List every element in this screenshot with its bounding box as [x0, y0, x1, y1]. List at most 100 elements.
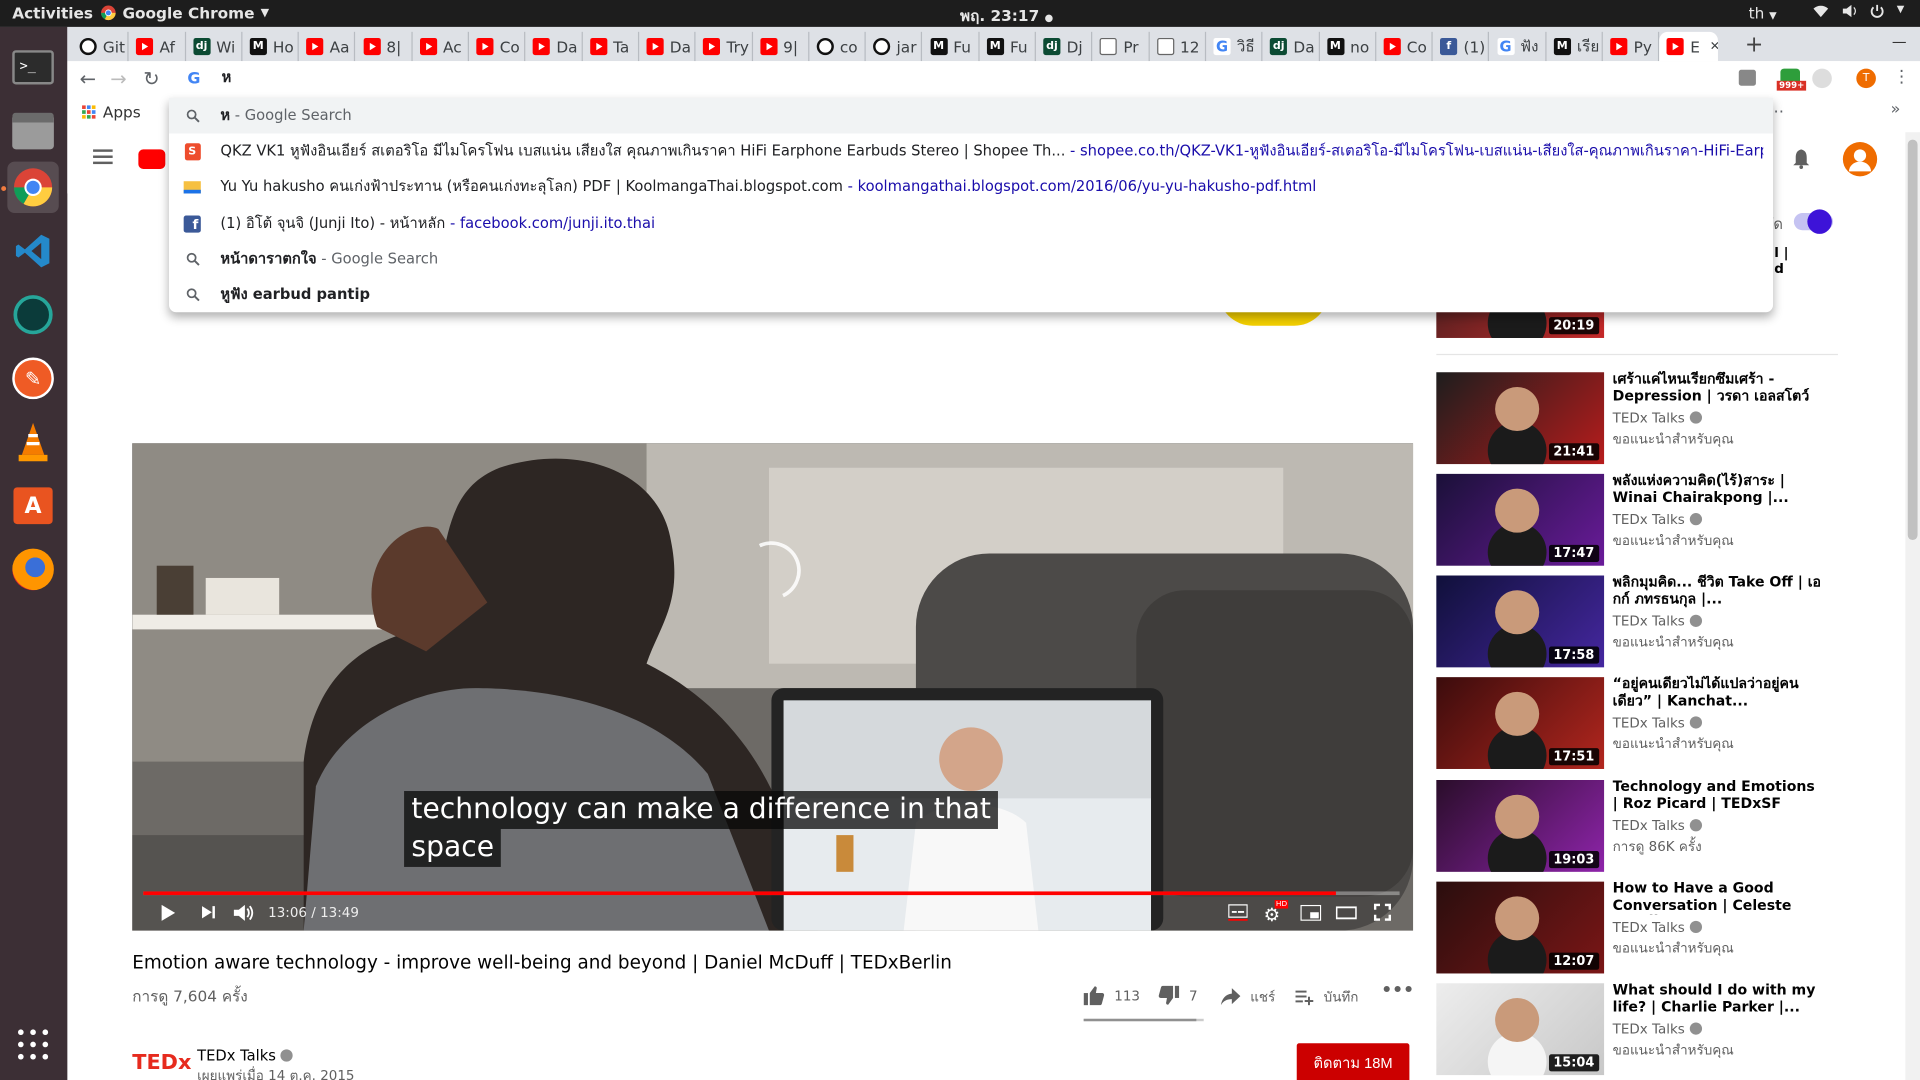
dock-terminal[interactable]: >_ [7, 42, 58, 93]
tab[interactable]: Py [1603, 31, 1660, 62]
dock-postman[interactable]: ✎ [7, 353, 58, 404]
suggestion-row[interactable]: f (1) อิโต้ จุนจิ (Junji Ito) - หน้าหลัก … [169, 206, 1773, 242]
video-thumbnail[interactable]: 17:47 [1436, 473, 1605, 566]
tab[interactable]: Try [696, 31, 753, 62]
recommended-video[interactable]: 17:58 พลิกมุมคิด... ชีวิต Take Off | เอกก… [1436, 574, 1840, 668]
channel-logo[interactable]: TEDx [132, 1051, 191, 1075]
menu-kebab-icon[interactable]: ⋮ [1893, 67, 1910, 87]
dislike-button[interactable]: 7 [1158, 985, 1198, 1006]
dock-show-apps[interactable] [7, 1019, 58, 1070]
channel-name[interactable]: TEDx Talks [197, 1047, 294, 1064]
tab[interactable]: Da [526, 31, 583, 62]
volume-button[interactable] [233, 904, 255, 927]
tab[interactable]: Co [1376, 31, 1433, 62]
tab[interactable]: M Fu [979, 31, 1037, 62]
dock-vlc[interactable] [7, 416, 58, 467]
dock-gitkraken[interactable] [7, 289, 58, 340]
video-title[interactable]: How to Have a Good Conversation | Celest… [1613, 880, 1824, 914]
bell-icon[interactable] [1793, 149, 1810, 169]
autoplay-toggle-knob[interactable] [1807, 209, 1832, 234]
dock-files[interactable] [7, 105, 58, 156]
tab[interactable]: f (1) [1433, 31, 1490, 62]
close-tab-icon[interactable]: ✕ [1710, 40, 1719, 53]
tab[interactable]: dj Da [1263, 31, 1320, 62]
channel-name[interactable]: TEDx Talks [1613, 512, 1702, 528]
page-scrollbar[interactable] [1905, 132, 1920, 1080]
bookmarks-overflow-button[interactable]: » [1891, 100, 1901, 118]
system-tray[interactable]: ▼ [1812, 4, 1904, 22]
tab[interactable]: Ta [582, 31, 640, 62]
reload-button[interactable]: ↻ [143, 67, 159, 90]
video-thumbnail[interactable]: 12:07 [1436, 881, 1605, 974]
scrollbar-thumb[interactable] [1907, 139, 1918, 540]
channel-name[interactable]: TEDx Talks [1613, 715, 1702, 731]
profile-avatar[interactable]: T [1856, 68, 1876, 89]
tab[interactable]: G วิธี [1206, 31, 1263, 62]
dock-firefox[interactable] [7, 544, 58, 595]
tab[interactable]: M Ho [242, 31, 300, 62]
video-thumbnail[interactable]: 19:03 [1436, 780, 1605, 872]
save-button[interactable]: บันทึก [1295, 986, 1358, 1008]
video-title[interactable]: เศร้าแค่ไหนเรียกซึมเศร้า - Depression | … [1613, 371, 1824, 405]
extension-icon[interactable] [1812, 68, 1832, 89]
tab[interactable]: co [809, 31, 866, 62]
tab[interactable]: Pr [1093, 31, 1150, 62]
subscribe-button[interactable]: ติดตาม 18M [1296, 1043, 1410, 1080]
recommended-video[interactable]: 19:03 Technology and Emotions | Roz Picar… [1436, 779, 1840, 872]
tab[interactable]: Co [469, 31, 526, 62]
video-title[interactable]: Technology and Emotions | Roz Picard | T… [1613, 779, 1824, 812]
hamburger-menu-icon[interactable] [93, 149, 113, 165]
video-title[interactable]: What should I do with my life? | Charlie… [1613, 982, 1824, 1015]
settings-button[interactable]: ⚙ HD [1264, 900, 1289, 926]
tab[interactable]: 8| [356, 31, 413, 62]
channel-name[interactable]: TEDx Talks [1613, 920, 1702, 936]
dock-vscode[interactable] [7, 225, 58, 276]
recommended-video[interactable]: 12:07 How to Have a Good Conversation | C… [1436, 880, 1840, 974]
video-thumbnail[interactable]: 17:51 [1436, 677, 1605, 769]
youtube-logo[interactable] [138, 149, 166, 169]
dock-chrome[interactable] [7, 161, 59, 214]
address-input[interactable] [221, 68, 1569, 86]
tab[interactable]: jar [866, 31, 923, 62]
suggestion-row[interactable]: หน้าดาราตกใจ - Google Search [169, 241, 1773, 277]
input-language-indicator[interactable]: th ▼ [1749, 4, 1777, 22]
apps-bookmark[interactable]: Apps [82, 103, 141, 121]
recommended-video[interactable]: 15:04 What should I do with my life? | Ch… [1436, 982, 1840, 1076]
share-button[interactable]: แชร์ [1220, 986, 1275, 1008]
video-thumbnail[interactable]: 17:58 [1436, 575, 1605, 668]
tab[interactable]: M Fu [923, 31, 980, 62]
like-button[interactable]: 113 [1083, 986, 1140, 1006]
video-thumbnail[interactable]: 21:41 [1436, 372, 1605, 465]
recommended-video[interactable]: 17:51 “อยู่คนเดียวไม่ได้แปลว่าอยู่คนเดียว… [1436, 676, 1840, 769]
tab[interactable]: Ac [412, 31, 470, 62]
minimize-button[interactable]: — [1892, 33, 1907, 50]
tab[interactable]: 12 [1149, 31, 1207, 62]
clock[interactable]: พฤ. 23:17 ● [960, 4, 1053, 28]
channel-name[interactable]: TEDx Talks [1613, 613, 1702, 629]
video-title[interactable]: “อยู่คนเดียวไม่ได้แปลว่าอยู่คนเดียว” | K… [1613, 676, 1824, 709]
address-bar[interactable]: G [170, 61, 1841, 97]
channel-name[interactable]: TEDx Talks [1613, 818, 1702, 834]
play-button[interactable] [159, 904, 176, 927]
tab[interactable]: M เรีย [1546, 31, 1603, 62]
tab[interactable]: G ฟัง [1490, 31, 1547, 62]
tab[interactable]: dj Wi [186, 31, 243, 62]
video-title[interactable]: พลิกมุมคิด... ชีวิต Take Off | เอกก์ ภทร… [1613, 574, 1824, 607]
tab[interactable]: Mno [1320, 31, 1377, 62]
dock-software[interactable]: A [7, 480, 58, 531]
new-tab-button[interactable]: + [1745, 32, 1763, 58]
tab[interactable]: E✕ [1659, 31, 1719, 62]
tab[interactable]: Aa [299, 31, 356, 62]
fullscreen-button[interactable] [1373, 903, 1392, 926]
tab[interactable]: Af [129, 31, 186, 62]
back-button[interactable]: ← [80, 67, 96, 90]
seek-bar[interactable] [143, 891, 1400, 896]
channel-name[interactable]: TEDx Talks [1613, 1021, 1702, 1037]
more-actions-button[interactable]: ••• [1381, 981, 1414, 1001]
suggestion-row[interactable]: ห - Google Search [168, 97, 1774, 134]
video-thumbnail[interactable]: 15:04 [1436, 983, 1605, 1076]
recommended-video[interactable]: 17:47 พลังแห่งความคิด(ไร้)สาระ | Winai Ch… [1436, 473, 1840, 566]
next-button[interactable] [200, 904, 217, 926]
user-avatar[interactable] [1842, 142, 1878, 177]
translate-icon[interactable] [1738, 69, 1756, 86]
